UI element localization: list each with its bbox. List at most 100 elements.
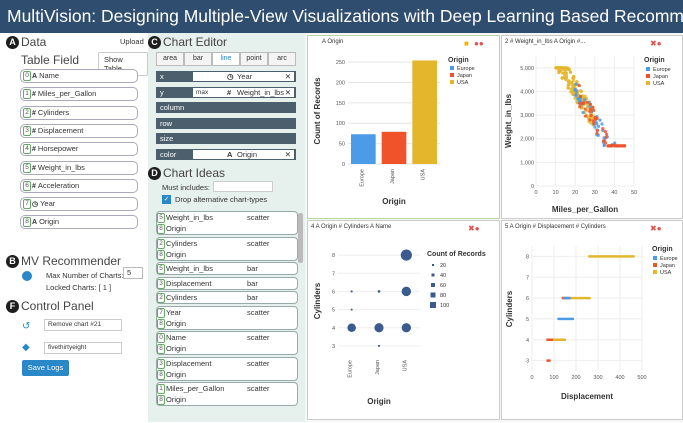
encoding-field-slot[interactable]: ◷ Year ✕ <box>192 71 295 82</box>
idea-field-row: 8 Origin <box>157 223 297 235</box>
idea-field-name: Weight_in_lbs <box>166 264 213 273</box>
scatter-point <box>588 118 592 122</box>
field-type-icon: # <box>32 182 36 190</box>
field-index: 0 <box>157 333 165 344</box>
scatter-point <box>563 70 567 74</box>
chart-idea-card[interactable]: 0 Name scatter 8 Origin <box>156 331 298 355</box>
drop-alternative-label: Drop alternative chart-types <box>175 195 268 204</box>
paint-bucket-icon[interactable]: ◆ <box>22 342 30 353</box>
scatter-point <box>566 86 571 90</box>
legend-swatch <box>430 292 436 298</box>
x-tick-label: USA <box>402 360 408 372</box>
field-item[interactable]: 4 # Horsepower <box>20 142 138 157</box>
chart-panel-2[interactable]: 2 # Weight_in_lbs A Origin #... ✖● 0 1,00… <box>501 35 683 219</box>
encoding-field-name: Origin <box>237 149 258 159</box>
chart5-title: 5 A Origin # Displacement # Cylinders <box>505 224 606 230</box>
remove-chart5-icon[interactable]: ✖● <box>650 224 662 233</box>
idea-chart-type: scatter <box>247 307 270 317</box>
field-index: 2 <box>157 238 165 249</box>
field-item[interactable]: 6 # Acceleration <box>20 178 138 193</box>
bubble-point <box>401 286 412 297</box>
remove-encoding-icon[interactable]: ✕ <box>285 150 291 159</box>
chart-idea-card[interactable]: 5 Weight_in_lbs scatter 8 Origin <box>156 211 298 235</box>
idea-field-name: Year <box>166 307 182 317</box>
field-index: 1 <box>157 384 165 395</box>
chart-panel-1[interactable]: A Origin ■ ●● 0 50 100 150 200 250 Europe Japan… <box>307 35 500 219</box>
remove-chart-select[interactable]: Remove chart #21 <box>44 319 122 331</box>
chart-idea-card[interactable]: 1 Miles_per_Gallon scatter 8 Origin <box>156 382 298 406</box>
ideas-scrollbar[interactable] <box>298 213 303 263</box>
y-tick-label: 200 <box>336 80 345 86</box>
mark-tab-point[interactable]: point <box>240 52 268 66</box>
chart-idea-card[interactable]: 3 Displacement bar <box>156 276 298 290</box>
must-includes-select[interactable] <box>213 181 273 192</box>
lock-icon[interactable]: ■ <box>464 39 469 48</box>
legend-label: USA <box>457 80 469 86</box>
undo-icon[interactable]: ↺ <box>22 321 30 332</box>
scatter-point <box>595 131 599 135</box>
mark-tab-arc[interactable]: arc <box>268 52 296 66</box>
chart-editor-panel: C Chart Editor area bar line point arc x ◷ Yea… <box>148 33 305 422</box>
remove-encoding-icon[interactable]: ✕ <box>285 72 291 81</box>
idea-chart-type: scatter <box>247 213 270 222</box>
field-item[interactable]: 7 ◷ Year <box>20 197 138 212</box>
badge-a: A <box>6 36 19 49</box>
save-logs-button[interactable]: Save Logs <box>22 360 69 376</box>
idea-field-name: Origin <box>166 395 187 404</box>
chart-idea-card[interactable]: 2 Cylinders scatter 8 Origin <box>156 236 298 261</box>
chart-idea-card[interactable]: 2 Cylinders bar <box>156 291 298 304</box>
chart-panel-4[interactable]: 4 A Origin # Cylinders A Name ✖● 3 4 5 6 7 8 E… <box>307 220 500 420</box>
field-item[interactable]: 3 # Displacement <box>20 123 138 138</box>
scatter-point <box>588 296 591 300</box>
max-charts-input[interactable]: 5 <box>123 267 143 279</box>
x-tick-label: 400 <box>615 375 624 381</box>
remove-encoding-icon[interactable]: ✕ <box>285 88 291 97</box>
encoding-label: size <box>160 134 174 143</box>
idea-chart-type: scatter <box>247 238 270 248</box>
field-index: 2 <box>23 107 31 118</box>
mark-tab-bar[interactable]: bar <box>184 52 212 66</box>
theme-select[interactable]: fivethirtyeight <box>44 342 122 354</box>
y-tick-label: 100 <box>336 121 345 127</box>
chart-panel-5[interactable]: 5 A Origin # Displacement # Cylinders ✖●… <box>501 220 683 420</box>
scatter-point <box>604 132 609 136</box>
mark-tab-area[interactable]: area <box>156 52 184 66</box>
chart-idea-card[interactable]: 3 Displacement scatter 8 Origin <box>156 356 298 381</box>
legend-swatch <box>653 256 657 260</box>
scatter-point <box>568 296 571 300</box>
field-item[interactable]: 2 # Cylinders <box>20 105 138 120</box>
encoding-field-slot[interactable]: max # Weight_in_lbs ✕ <box>192 86 295 98</box>
scatter-point <box>609 144 613 148</box>
y-tick-label: 6 <box>526 296 529 302</box>
bubble-point <box>350 290 353 293</box>
close-icon[interactable]: ●● <box>474 39 484 48</box>
scatter-point <box>583 94 587 98</box>
encoding-field-slot[interactable]: A Origin ✕ <box>192 148 295 160</box>
remove-chart4-icon[interactable]: ✖● <box>468 224 480 233</box>
field-item[interactable]: 0 A Name <box>20 69 138 83</box>
encoding-field-name: Year <box>237 72 253 81</box>
scatter-point <box>632 255 635 258</box>
field-index: 8 <box>157 344 165 355</box>
field-item[interactable]: 8 A Origin <box>20 215 138 230</box>
scatter-point <box>615 144 619 148</box>
upload-button[interactable]: Upload <box>120 37 144 46</box>
field-item[interactable]: 5 # Weight_in_lbs <box>20 160 138 175</box>
chart-idea-card[interactable]: 7 Year scatter 8 Origin <box>156 305 298 330</box>
legend-swatch <box>431 273 435 277</box>
remove-chart2-icon[interactable]: ✖● <box>650 39 662 48</box>
legend-swatch <box>432 264 434 266</box>
field-type-icon: # <box>32 127 36 135</box>
x-tick-label: 100 <box>549 375 558 381</box>
field-index: 7 <box>157 307 165 318</box>
bar-usa <box>412 60 437 164</box>
field-item[interactable]: 1 # Miles_per_Gallon <box>20 87 138 102</box>
scatter-point <box>583 107 587 111</box>
drop-checkbox[interactable]: ✓ <box>162 195 171 204</box>
idea-field-name: Origin <box>166 249 187 259</box>
y-tick-label: 3 <box>332 344 335 350</box>
mark-tab-line[interactable]: line <box>212 52 240 66</box>
y-tick-label: 50 <box>339 142 345 148</box>
field-type-icon: ◷ <box>227 72 234 81</box>
chart-idea-card[interactable]: 5 Weight_in_lbs bar <box>156 262 298 275</box>
